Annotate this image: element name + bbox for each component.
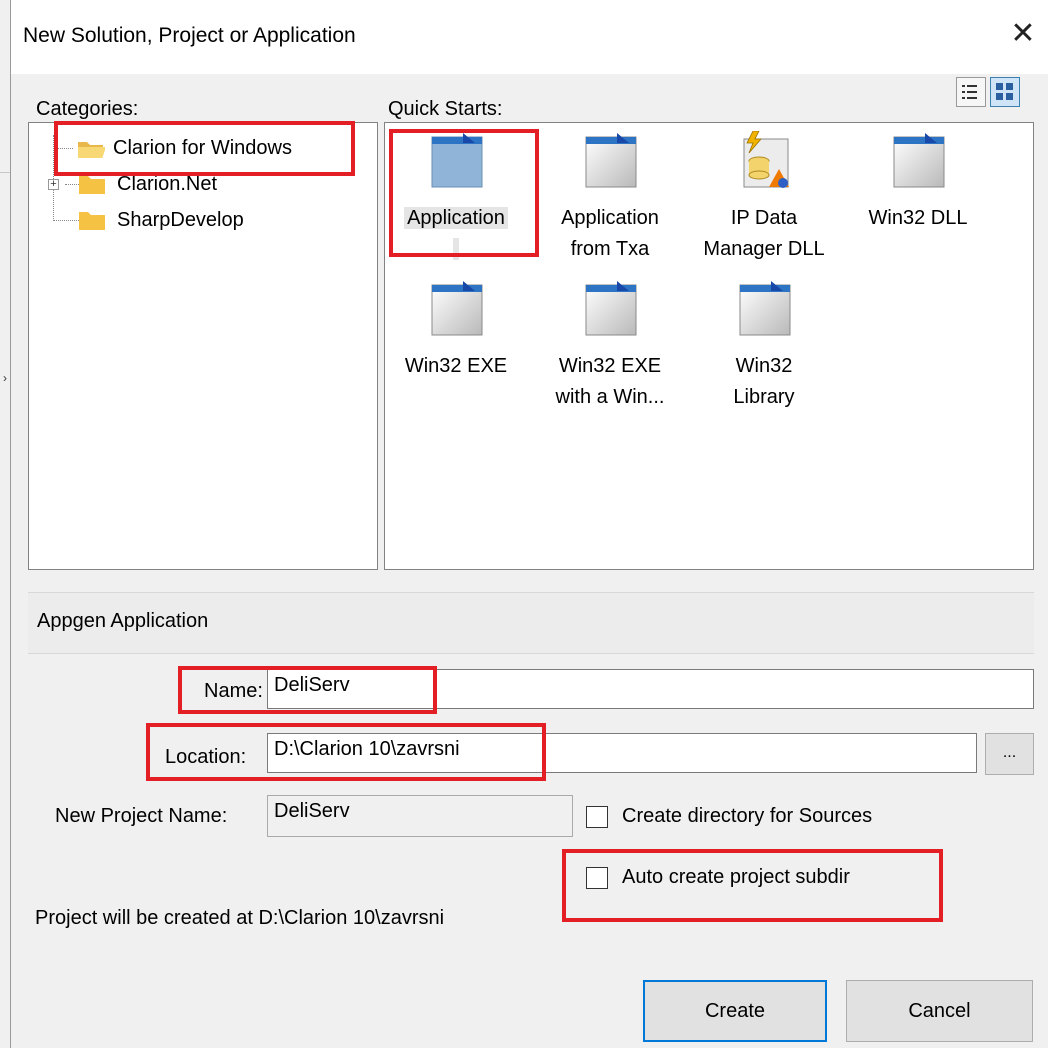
resize-arrow-icon: ›: [3, 371, 7, 385]
application-icon: [431, 133, 483, 188]
folder-open-icon: [78, 142, 105, 158]
ip-data-manager-icon: [743, 131, 789, 188]
name-label: Name:: [204, 680, 263, 702]
expand-toggle[interactable]: +: [48, 179, 59, 190]
tree-line: [53, 148, 73, 149]
quick-start-application-from-txa[interactable]: Application from Txa: [540, 131, 680, 271]
application-icon: [893, 133, 945, 188]
create-button[interactable]: Create: [643, 980, 827, 1042]
application-icon: [431, 281, 483, 336]
template-description-text: Appgen Application: [37, 610, 209, 632]
quick-start-win32-exe[interactable]: Win32 EXE: [386, 279, 526, 419]
quick-start-ip-data-manager-dll[interactable]: IP Data Manager DLL: [694, 131, 834, 271]
location-input[interactable]: D:\Clarion 10\zavrsni: [267, 733, 977, 773]
tree-item-clarion-for-windows[interactable]: Clarion for Windows: [77, 133, 292, 163]
project-name-input[interactable]: DeliServ: [267, 795, 573, 837]
quick-start-label: Win32 Library: [733, 355, 795, 408]
list-view-button[interactable]: [956, 77, 986, 107]
name-input[interactable]: DeliServ: [267, 669, 1034, 709]
list-view-icon: [962, 85, 977, 99]
close-button[interactable]: ✕: [998, 8, 1048, 60]
quick-start-win32-library[interactable]: Win32 Library: [694, 279, 834, 419]
quick-start-application[interactable]: Application: [386, 131, 526, 271]
categories-label: Categories:: [36, 98, 139, 120]
dialog-title: New Solution, Project or Application: [23, 24, 356, 47]
large-icons-view-icon: [996, 83, 1013, 100]
cancel-button[interactable]: Cancel: [846, 980, 1033, 1042]
large-icons-view-button[interactable]: [990, 77, 1020, 107]
background-divider: [0, 172, 10, 173]
quick-start-label: Application from Txa: [561, 207, 659, 260]
create-directory-label: Create directory for Sources: [622, 805, 873, 827]
quick-start-label: Win32 EXE: [404, 355, 508, 377]
tree-item-label: SharpDevelop: [117, 208, 244, 231]
categories-tree: + Clarion for Windows Clarion.Net SharpD…: [28, 122, 378, 570]
browse-location-button[interactable]: ...: [985, 733, 1034, 775]
title-bar: New Solution, Project or Application ✕: [11, 0, 1048, 74]
folder-icon: [79, 176, 105, 194]
background-window-edge: ›: [0, 0, 11, 1048]
tree-item-clarion-net[interactable]: Clarion.Net: [77, 169, 217, 199]
application-icon: [739, 281, 791, 336]
quick-start-label: Application: [386, 203, 526, 265]
quick-start-label: Win32 EXE with a Win...: [555, 355, 665, 408]
quick-start-win32-dll[interactable]: Win32 DLL: [848, 131, 988, 271]
create-directory-checkbox[interactable]: [586, 806, 608, 828]
quick-start-label: Win32 DLL: [868, 207, 968, 229]
new-solution-dialog: New Solution, Project or Application ✕ C…: [11, 0, 1048, 1048]
quick-starts-label: Quick Starts:: [388, 98, 503, 120]
folder-icon: [79, 212, 105, 230]
tree-item-label: Clarion.Net: [117, 172, 218, 195]
tree-line: [53, 220, 79, 221]
location-label: Location:: [165, 746, 247, 768]
quick-start-win32-exe-with-window[interactable]: Win32 EXE with a Win...: [540, 279, 680, 419]
quick-starts-list: Application Application from Txa IP Data…: [384, 122, 1034, 570]
application-icon: [585, 281, 637, 336]
auto-create-subdir-checkbox[interactable]: [586, 867, 608, 889]
template-description: Appgen Application: [28, 592, 1034, 654]
tree-item-label: Clarion for Windows: [113, 136, 292, 159]
auto-create-subdir-label: Auto create project subdir: [622, 866, 850, 888]
project-path-info: Project will be created at D:\Clarion 10…: [35, 907, 445, 929]
quick-start-label: IP Data Manager DLL: [703, 207, 825, 260]
application-icon: [585, 133, 637, 188]
tree-item-sharpdevelop[interactable]: SharpDevelop: [77, 205, 244, 235]
project-name-label: New Project Name:: [55, 805, 228, 827]
